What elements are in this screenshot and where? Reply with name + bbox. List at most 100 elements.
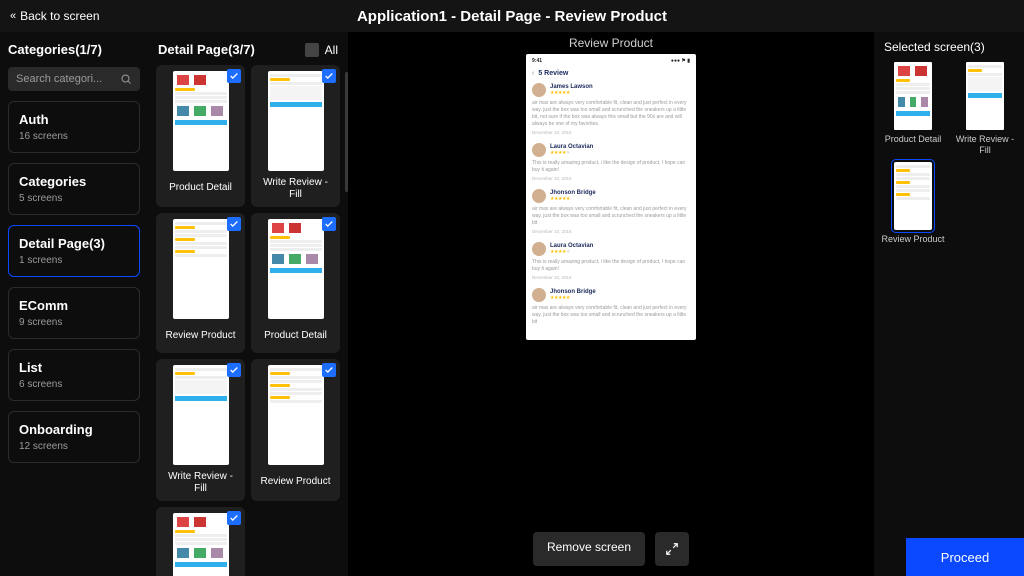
remove-label: Remove screen [547,540,631,554]
star-rating: ★★★★★ [550,196,596,202]
category-name: Auth [19,112,129,127]
expand-icon [665,542,679,556]
thumbnail-card[interactable]: Product Detail [156,65,245,207]
check-icon [227,217,241,231]
categories-title: Categories(1/7) [8,42,140,57]
checkbox-icon [305,43,319,57]
thumbnail-image [173,219,229,319]
category-item-onboarding[interactable]: Onboarding 12 screens [8,411,140,463]
review-text: air max are always very comfortable fit,… [532,206,690,227]
page-title: Application1 - Detail Page - Review Prod… [357,8,667,25]
thumbnail-card[interactable]: Write Review - Fill [251,65,340,207]
star-rating: ★★★★★ [550,295,596,301]
check-icon [227,69,241,83]
search-icon [120,73,132,85]
selected-label: Product Detail [885,134,942,145]
category-item-auth[interactable]: Auth 16 screens [8,101,140,153]
thumbnail-card[interactable]: Review Product [156,213,245,353]
selected-label: Write Review - Fill [952,134,1018,156]
avatar [532,189,546,203]
phone-header: 5 Review [538,70,568,77]
review-text: air max are always very comfortable fit,… [532,100,690,128]
review-date: December 10, 2016 [532,130,690,135]
avatar [532,83,546,97]
check-icon [227,511,241,525]
thumbnail-label: Product Detail [264,325,327,347]
thumbnail-card[interactable]: Review Product [251,359,340,501]
category-name: Categories [19,174,129,189]
gallery-title: Detail Page(3/7) [158,42,255,57]
remove-screen-button[interactable]: Remove screen [533,532,645,566]
back-label: Back to screen [20,9,99,23]
category-name: EComm [19,298,129,313]
avatar [532,288,546,302]
search-input[interactable]: Search categori... [8,67,140,91]
all-label: All [325,43,338,57]
thumbnail-label: Write Review - Fill [257,177,334,201]
category-item-ecomm[interactable]: EComm 9 screens [8,287,140,339]
review-date: December 10, 2016 [532,229,690,234]
category-count: 16 screens [19,131,129,142]
category-count: 5 screens [19,193,129,204]
review-text: This is really amazing product, i like t… [532,160,690,174]
thumbnail-image [268,71,324,171]
category-item-detail-page-3-[interactable]: Detail Page(3) 1 screens [8,225,140,277]
thumbnail-image [173,71,229,171]
thumbnail-card[interactable]: Write Review - Fill [156,359,245,501]
preview-label: Review Product [569,36,653,50]
back-button[interactable]: « Back to screen [10,9,100,23]
search-placeholder: Search categori... [16,73,120,85]
category-count: 1 screens [19,255,129,266]
app-header: « Back to screen Application1 - Detail P… [0,0,1024,32]
check-icon [322,217,336,231]
select-all-toggle[interactable]: All [305,43,338,57]
star-rating: ★★★★★ [550,90,593,96]
review-item: Laura Octavian ★★★★★ This is really amaz… [532,143,690,181]
chevron-left-double-icon: « [10,10,12,22]
thumbnail-image [173,513,229,576]
category-name: List [19,360,129,375]
expand-button[interactable] [655,532,689,566]
thumbnail-image [268,365,324,465]
thumbnail-label: Product Detail [169,177,232,199]
category-count: 9 screens [19,317,129,328]
thumbnail-label: Write Review - Fill [162,471,239,495]
categories-sidebar: Categories(1/7) Search categori... Auth … [0,32,148,576]
check-icon [322,363,336,377]
proceed-label: Proceed [941,550,989,565]
back-arrow-icon: ‹ [532,70,534,77]
thumbnail-label: Review Product [165,325,235,347]
review-item: Jhonson Bridge ★★★★★ air max are always … [532,189,690,234]
category-count: 6 screens [19,379,129,390]
selected-thumbnail[interactable]: Write Review - Fill [952,62,1018,156]
review-item: Laura Octavian ★★★★★ This is really amaz… [532,242,690,280]
review-item: James Lawson ★★★★★ air max are always ve… [532,83,690,135]
star-rating: ★★★★★ [550,249,593,255]
review-date: December 10, 2016 [532,176,690,181]
preview-panel: Review Product 9:41 ●●● ⚑ ▮ ‹ 5 Review J… [348,32,874,576]
selected-label: Review Product [881,234,944,245]
thumbnail-label: Review Product [260,471,330,493]
proceed-button[interactable]: Proceed [906,538,1024,576]
thumbnail-image [268,219,324,319]
check-icon [322,69,336,83]
review-date: December 10, 2016 [532,275,690,280]
category-name: Detail Page(3) [19,236,129,251]
selected-title: Selected screen(3) [880,40,1018,62]
thumbnail-card[interactable]: Product Detail [251,213,340,353]
review-text: air max are always very comfortable fit,… [532,305,690,326]
thumbnail-image [173,365,229,465]
thumbnail-card[interactable] [156,507,245,576]
status-icons: ●●● ⚑ ▮ [671,58,690,64]
selected-thumbnail[interactable]: Review Product [880,162,946,245]
selected-image [894,162,932,230]
star-rating: ★★★★★ [550,150,593,156]
category-item-list[interactable]: List 6 screens [8,349,140,401]
selected-sidebar: Selected screen(3) Product Detail Write … [874,32,1024,576]
category-item-categories[interactable]: Categories 5 screens [8,163,140,215]
review-text: This is really amazing product, i like t… [532,259,690,273]
selected-thumbnail[interactable]: Product Detail [880,62,946,156]
avatar [532,242,546,256]
category-name: Onboarding [19,422,129,437]
check-icon [227,363,241,377]
